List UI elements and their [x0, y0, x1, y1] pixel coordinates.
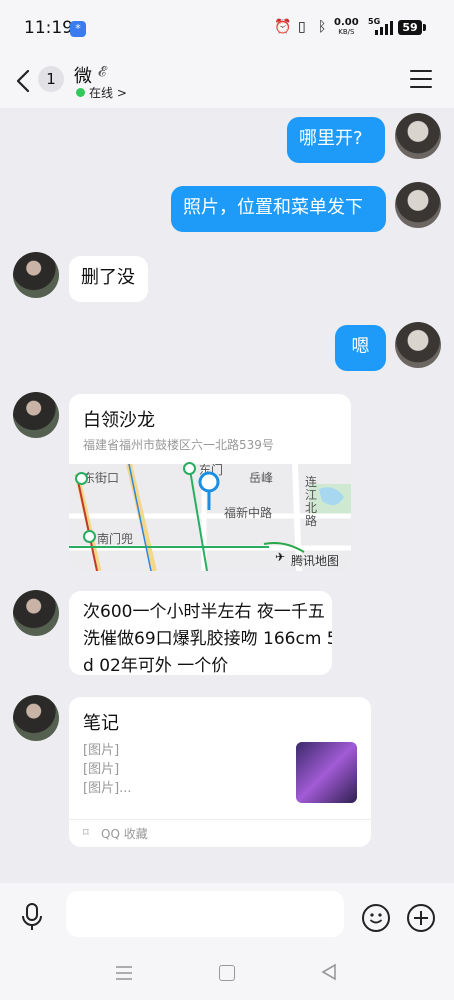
map-brand: 腾讯地图 — [291, 554, 340, 568]
location-address: 福建省福州市鼓楼区六一北路539号 — [83, 438, 274, 452]
menu-icon[interactable] — [410, 70, 432, 90]
map-label: 岳峰 — [249, 471, 274, 485]
note-line: [图片] — [83, 762, 120, 777]
microphone-icon[interactable] — [20, 903, 44, 931]
map-label: 南门兜 — [97, 532, 134, 546]
message-bubble-incoming[interactable]: 删了没 — [69, 256, 148, 302]
avatar[interactable] — [395, 113, 441, 159]
status-time: 11:19 — [24, 18, 73, 38]
location-pin-icon — [198, 471, 220, 510]
metro-station-icon — [75, 472, 88, 485]
network-speed-unit: KB/S — [338, 28, 355, 36]
avatar[interactable] — [13, 695, 59, 741]
note-source: QQ 收藏 — [101, 827, 148, 841]
message-input[interactable] — [66, 891, 344, 937]
note-line: [图片]... — [83, 781, 132, 796]
system-nav-bar — [0, 950, 454, 1000]
chat-header: 1 微 𝓔 在线 > — [0, 58, 454, 108]
online-status-dot — [76, 88, 85, 97]
recent-apps-icon[interactable] — [115, 965, 133, 981]
status-bar: 11:19 * ⏰ ▯ ᛒ 0.00 KB/S 5G 59 — [0, 0, 454, 58]
network-speed-value: 0.00 — [334, 17, 359, 28]
signal-icon — [375, 21, 393, 35]
map-label: 连江北路 — [305, 475, 318, 528]
map-label: 东街口 — [83, 471, 120, 485]
location-map[interactable]: 东街口 东门 岳峰 福新中路 连江北路 南门兜 ✈ 腾讯地图 — [69, 462, 351, 571]
message-bubble-outgoing[interactable]: 照片，位置和菜单发下 — [171, 186, 386, 232]
message-bubble-outgoing[interactable]: 哪里开? — [287, 117, 385, 163]
metro-station-icon — [183, 462, 196, 475]
avatar[interactable] — [395, 322, 441, 368]
add-icon[interactable] — [407, 904, 435, 932]
unread-count-badge[interactable]: 1 — [38, 66, 64, 92]
divider — [69, 819, 371, 820]
message-text-line: 次600一个小时半左右 夜一千五 — [83, 602, 325, 622]
avatar[interactable] — [13, 252, 59, 298]
battery-indicator: 59 — [398, 20, 426, 35]
message-bubble-outgoing[interactable]: 嗯 — [335, 325, 386, 371]
location-title: 白领沙龙 — [83, 410, 155, 431]
avatar[interactable] — [13, 392, 59, 438]
metro-station-icon — [83, 530, 96, 543]
note-title: 笔记 — [83, 713, 119, 734]
map-label: 福新中路 — [224, 506, 273, 520]
network-speed: 0.00 KB/S — [334, 18, 359, 37]
bookmark-icon: ⌑ — [83, 826, 89, 839]
message-text-line: 洗催做69口爆乳胶接吻 166cm 5 — [83, 629, 332, 649]
note-line: [图片] — [83, 743, 120, 758]
avatar[interactable] — [13, 590, 59, 636]
input-bar — [0, 883, 454, 950]
emoji-icon[interactable] — [362, 904, 390, 932]
online-status-text[interactable]: 在线 > — [89, 84, 127, 101]
bluetooth-icon: ᛒ — [318, 19, 327, 35]
message-text-line: d 02年可外 一个价 — [83, 656, 229, 675]
location-card[interactable]: 白领沙龙 福建省福州市鼓楼区六一北路539号 东街口 东门 岳峰 福新中路 连江… — [69, 394, 351, 571]
note-thumbnail — [296, 742, 357, 803]
tencent-map-logo-icon: ✈ — [275, 550, 286, 564]
alarm-icon: ⏰ — [274, 19, 292, 35]
note-card[interactable]: 笔记 [图片] [图片] [图片]... ⌑ QQ 收藏 — [69, 697, 371, 847]
vibrate-icon: ▯ — [298, 19, 306, 35]
avatar[interactable] — [395, 182, 441, 228]
home-icon[interactable] — [219, 965, 235, 981]
earpiece-mode-icon: 𝓔 — [98, 64, 107, 80]
app-notification-icon: * — [70, 21, 86, 37]
message-bubble-incoming[interactable]: 次600一个小时半左右 夜一千五 洗催做69口爆乳胶接吻 166cm 5 d 0… — [69, 591, 332, 675]
nav-back-icon[interactable] — [320, 963, 338, 981]
back-icon[interactable] — [14, 68, 34, 94]
